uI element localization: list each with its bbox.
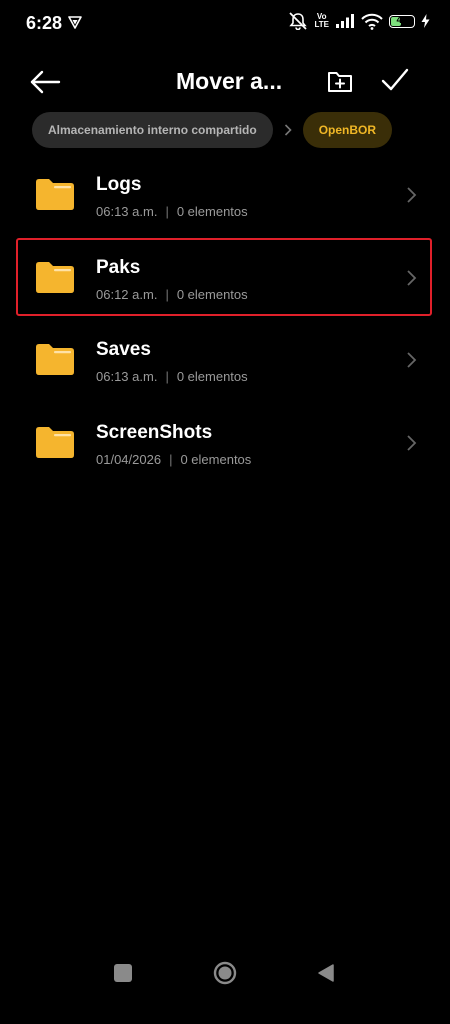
- folder-icon: [36, 426, 74, 458]
- folder-name: ScreenShots: [96, 421, 213, 443]
- folder-meta: 01/04/2026 | 0 elementos: [96, 452, 251, 467]
- folder-date: 06:13 a.m.: [96, 369, 158, 384]
- charging-icon: [421, 14, 430, 28]
- arrow-left-icon: [30, 70, 61, 94]
- folder-item-paks[interactable]: Paks 06:12 a.m. | 0 elementos: [0, 237, 450, 320]
- recents-icon[interactable]: [114, 964, 132, 982]
- folder-meta: 06:13 a.m. | 0 elementos: [96, 204, 248, 219]
- folder-count: 0 elementos: [176, 204, 248, 219]
- breadcrumb: Almacenamiento interno compartido OpenBO…: [32, 112, 393, 148]
- status-icons: Vo LTE 48: [288, 12, 430, 30]
- folder-icon: [36, 344, 74, 375]
- meta-separator: |: [165, 369, 169, 384]
- home-icon[interactable]: [213, 961, 237, 985]
- chevron-right-icon: [407, 434, 417, 451]
- back-icon[interactable]: [316, 963, 336, 983]
- nav-bar: [0, 961, 450, 1024]
- folder-item-logs[interactable]: Logs 06:13 a.m. | 0 elementos: [0, 154, 450, 237]
- vpn-icon: [68, 16, 82, 29]
- wifi-icon: [361, 13, 383, 30]
- folder-count: 0 elementos: [176, 286, 248, 302]
- breadcrumb-current[interactable]: OpenBOR: [302, 112, 393, 148]
- folder-count: 0 elementos: [180, 451, 252, 467]
- folder-meta: 06:13 a.m. | 0 elementos: [96, 369, 248, 384]
- breadcrumb-root[interactable]: Almacenamiento interno compartido: [32, 112, 273, 148]
- folder-date: 06:13 a.m.: [96, 204, 158, 219]
- header: Mover a...: [0, 60, 450, 104]
- folder-item-screenshots[interactable]: ScreenShots 01/04/2026 | 0 elementos: [0, 402, 450, 485]
- folder-date: 06:12 a.m.: [96, 286, 158, 302]
- page-title: Mover a...: [176, 68, 283, 94]
- folder-name: Logs: [96, 174, 142, 195]
- meta-separator: |: [165, 286, 169, 302]
- confirm-button[interactable]: [380, 65, 410, 95]
- folder-count: 0 elementos: [176, 369, 248, 384]
- folder-icon: [36, 179, 74, 210]
- folder-item-saves[interactable]: Saves 06:13 a.m. | 0 elementos: [0, 319, 450, 402]
- folder-name: Paks: [96, 256, 141, 278]
- folder-date: 01/04/2026: [96, 451, 162, 467]
- mute-icon: [289, 12, 308, 30]
- meta-separator: |: [169, 451, 173, 467]
- volte-icon: Vo LTE: [314, 13, 329, 29]
- battery-icon: 48: [389, 14, 415, 28]
- chevron-right-icon: [407, 187, 417, 203]
- folder-list: Logs 06:13 a.m. | 0 elementos Paks 06:12 a…: [0, 154, 450, 484]
- new-folder-button[interactable]: [326, 67, 354, 95]
- folder-meta: 06:12 a.m. | 0 elementos: [96, 287, 248, 302]
- folder-icon: [36, 261, 74, 293]
- breadcrumb-chevron-icon: [273, 112, 303, 148]
- chevron-right-icon: [407, 352, 417, 368]
- chevron-right-icon: [407, 269, 417, 286]
- folder-name: Saves: [96, 339, 151, 360]
- meta-separator: |: [165, 204, 169, 219]
- check-icon: [381, 68, 409, 91]
- back-button[interactable]: [28, 66, 64, 98]
- status-time: 6:28: [26, 13, 63, 33]
- battery-level: 48: [396, 15, 408, 26]
- signal-icon: [336, 14, 354, 28]
- volte-bottom-label: LTE: [314, 20, 329, 29]
- status-bar: 6:28 Vo LTE 48: [0, 0, 450, 44]
- folder-plus-icon: [328, 72, 352, 92]
